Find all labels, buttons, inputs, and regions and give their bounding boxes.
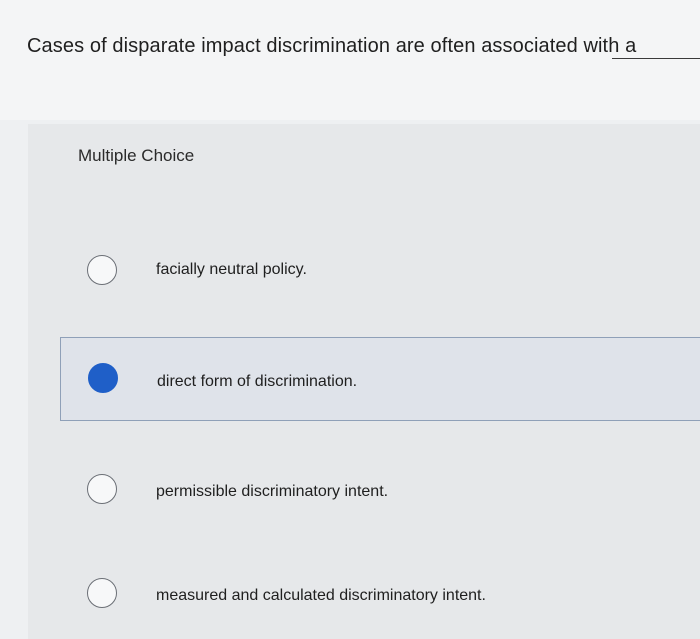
choice-label: facially neutral policy. — [156, 261, 307, 278]
radio-selected-icon[interactable] — [88, 363, 118, 393]
choice-option-2[interactable]: direct form of discrimination. — [60, 337, 700, 421]
choice-option-3[interactable]: permissible discriminatory intent. — [60, 446, 700, 530]
question-text: Cases of disparate impact discrimination… — [27, 35, 637, 57]
choice-option-1[interactable]: facially neutral policy. — [60, 228, 700, 312]
choice-label: permissible discriminatory intent. — [156, 483, 389, 500]
choice-label: direct form of discrimination. — [157, 373, 358, 390]
question-area: Cases of disparate impact discrimination… — [0, 0, 700, 120]
radio-unselected-icon[interactable] — [87, 474, 117, 504]
multiple-choice-label: Multiple Choice — [78, 146, 195, 165]
choice-label: measured and calculated discriminatory i… — [156, 587, 486, 604]
answer-blank-line — [612, 58, 700, 59]
radio-unselected-icon[interactable] — [87, 255, 117, 285]
radio-unselected-icon[interactable] — [87, 578, 117, 608]
choice-option-4[interactable]: measured and calculated discriminatory i… — [60, 550, 700, 634]
